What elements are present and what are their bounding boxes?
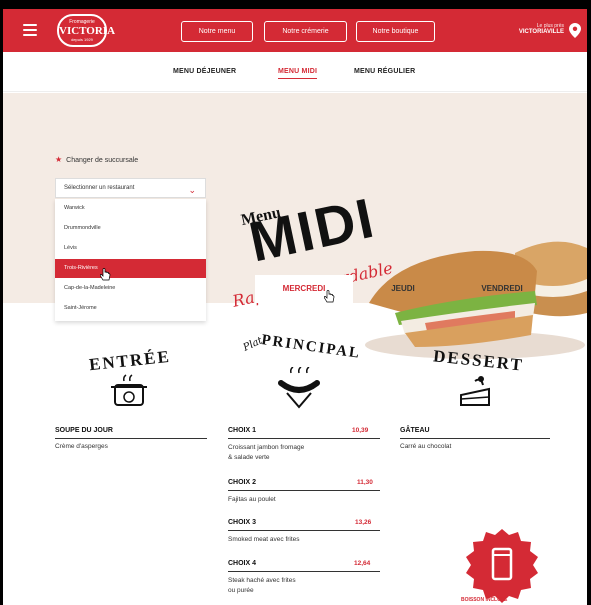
hand-cursor-icon (324, 290, 335, 303)
choice-desc: Croissant jambon fromage (228, 444, 305, 451)
choice-price: 10,39 (352, 427, 369, 434)
choice-name: CHOIX 1 (228, 427, 257, 434)
choice-desc: & salade verte (228, 454, 270, 461)
tab-jeudi[interactable]: JEUDI (373, 275, 433, 303)
choice-name: CHOIX 2 (228, 479, 257, 486)
soup-pot-icon (111, 374, 147, 406)
choice-name: CHOIX 3 (228, 519, 257, 526)
entree-item-desc: Crème d'asperges (55, 443, 108, 450)
tab-vendredi[interactable]: VENDREDI (465, 275, 539, 303)
location-pin-icon[interactable] (569, 23, 581, 38)
submenu-bar: MENU DÉJEUNER MENU MIDI MENU RÉGULIER (3, 52, 587, 92)
nav-button-notre-menu[interactable]: Notre menu (181, 21, 253, 42)
restaurant-select[interactable]: Sélectionner un restaurant ⌄ (55, 178, 206, 198)
restaurant-option-selected[interactable]: Trois-Rivières (55, 259, 206, 278)
badge-text: BOISSON INCLUSE (461, 597, 508, 603)
divider (228, 571, 380, 572)
submenu-midi[interactable]: MENU MIDI (278, 68, 318, 79)
midi-heading: MIDI (243, 185, 381, 274)
hamburger-menu-icon[interactable] (23, 24, 37, 36)
choice-price: 11,30 (357, 479, 373, 486)
dessert-item-desc: Carré au chocolat (400, 443, 452, 450)
restaurant-option[interactable]: Lévis (55, 239, 206, 258)
nav-button-notre-boutique[interactable]: Notre boutique (356, 21, 435, 42)
divider (228, 438, 380, 439)
page: Fromagerie VICTORIA depuis 1929 Notre me… (3, 9, 587, 605)
divider (228, 490, 380, 491)
submenu-regulier[interactable]: MENU RÉGULIER (354, 68, 415, 75)
star-icon: ★ (55, 155, 63, 164)
cake-icon (460, 376, 490, 406)
restaurant-dropdown: Warwick Drummondville Lévis Trois-Rivièr… (55, 199, 206, 321)
chevron-down-icon: ⌄ (188, 185, 196, 195)
restaurant-option[interactable]: Cap-de-la-Madeleine (55, 279, 206, 298)
hero-section: ★ Changer de succursale Sélectionner un r… (3, 93, 587, 359)
branch-label: ★ Changer de succursale (55, 155, 138, 164)
choice-desc: Smoked meat avec frites (228, 536, 300, 543)
dessert-item-name: GÂTEAU (400, 427, 430, 434)
tab-mercredi[interactable]: MERCREDI (255, 275, 353, 303)
victoria-logo[interactable]: Fromagerie VICTORIA depuis 1929 (57, 14, 116, 47)
restaurant-option[interactable]: Drummondville (55, 219, 206, 238)
divider (55, 438, 207, 439)
location-city: VICTORIAVILLE (518, 29, 564, 35)
branch-label-text: Changer de succursale (66, 157, 139, 164)
drink-included-badge (466, 529, 538, 603)
choice-price: 13,26 (355, 519, 372, 526)
location-small-label: Le plus près (536, 23, 564, 29)
choice-name: CHOIX 4 (228, 560, 257, 567)
top-bar: Fromagerie VICTORIA depuis 1929 Notre me… (3, 9, 587, 52)
divider (400, 438, 550, 439)
choice-price: 12,64 (354, 560, 371, 567)
nav-button-notre-cremerie[interactable]: Notre crémerie (264, 21, 347, 42)
logo-line2: VICTORIA (59, 25, 116, 37)
sausage-icon (278, 367, 320, 409)
choice-desc: Fajitas au poulet (228, 496, 276, 503)
principal-title: PRINCIPAL (260, 332, 362, 362)
submenu-dejeuner[interactable]: MENU DÉJEUNER (173, 68, 236, 75)
logo-line3: depuis 1929 (71, 37, 93, 42)
choice-desc: ou purée (228, 587, 254, 594)
choice-desc: Steak haché avec frites (228, 577, 296, 584)
nearest-location[interactable]: Le plus près VICTORIAVILLE (519, 23, 564, 35)
entree-item-name: SOUPE DU JOUR (55, 427, 113, 434)
restaurant-option[interactable]: Saint-Jérome (55, 299, 206, 318)
hand-cursor-icon (100, 268, 111, 281)
restaurant-option[interactable]: Warwick (55, 199, 206, 218)
select-placeholder: Sélectionner un restaurant (64, 185, 135, 191)
divider (228, 530, 380, 531)
